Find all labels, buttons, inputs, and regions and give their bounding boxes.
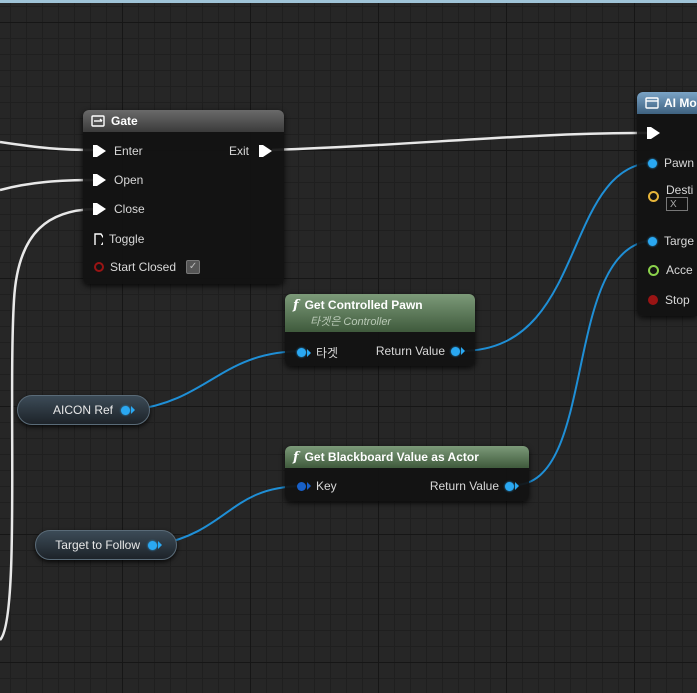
ai-move-stop-pin[interactable]: Stop [648,293,690,307]
exec-pin-icon[interactable] [647,127,660,139]
get-blackboard-value-node[interactable]: f Get Blackboard Value as Actor Key Retu… [285,446,529,501]
get-blackboard-return-pin[interactable]: Return Value [430,479,519,493]
get-controlled-pawn-subtitle: 타겟은 Controller [310,315,392,328]
pin-arrow-icon [461,347,465,355]
gate-pin-open[interactable]: Open [93,173,144,187]
bool-pin-icon[interactable] [648,295,658,305]
struct-pin-icon[interactable] [297,481,306,491]
vector-pin-icon[interactable] [648,191,659,202]
get-controlled-pawn-return-pin[interactable]: Return Value [376,344,465,358]
target-to-follow-label: Target to Follow [55,538,140,552]
gate-node-header[interactable]: Gate [83,110,284,132]
target-to-follow-variable-node[interactable]: Target to Follow [35,530,177,560]
start-closed-checkbox[interactable]: ✓ [186,260,201,274]
exec-pin-icon[interactable] [93,203,106,215]
function-icon: f [293,449,299,465]
ai-move-pawn-pin[interactable]: Pawn [648,156,694,170]
ai-move-destination-label: Desti [666,183,694,197]
object-pin-icon[interactable] [648,236,657,246]
get-controlled-pawn-node[interactable]: f Get Controlled Pawn 타겟은 Controller 타겟 … [285,294,475,366]
gate-pin-start-closed[interactable]: Start Closed ✓ [94,260,201,274]
gate-pin-start-closed-label: Start Closed [110,260,177,274]
gate-pin-exit[interactable]: Exit [229,144,272,158]
get-blackboard-key-pin[interactable]: Key [297,479,337,493]
ai-move-target-label: Targe [664,234,695,248]
aicon-ref-variable-node[interactable]: AICON Ref [17,395,150,425]
gate-pin-toggle-label: Toggle [109,232,145,246]
exec-pin-icon[interactable] [93,145,106,157]
exec-pin-icon[interactable] [259,145,272,157]
get-controlled-pawn-header[interactable]: f Get Controlled Pawn 타겟은 Controller [285,294,475,332]
get-controlled-pawn-return-label: Return Value [375,344,445,358]
ai-move-acceptance-label: Acce [666,263,693,277]
pin-arrow-icon [515,482,519,490]
get-blackboard-value-title: Get Blackboard Value as Actor [304,450,479,464]
object-pin-icon[interactable] [451,346,460,356]
float-pin-icon[interactable] [648,264,659,276]
bool-pin-icon[interactable] [94,262,104,272]
ai-move-to-title: AI Mo [664,96,697,110]
get-controlled-pawn-title: Get Controlled Pawn [304,298,423,312]
data-wire-target [157,485,303,546]
gate-pin-close-label: Close [114,202,145,216]
gate-pin-toggle[interactable]: Toggle [94,232,144,246]
object-pin-icon[interactable] [648,158,657,168]
ai-move-stop-label: Stop [665,293,690,307]
checkmark-icon: ✓ [188,261,198,272]
gate-pin-enter-label: Enter [114,144,143,158]
destination-x-field[interactable]: X [666,197,688,211]
exec-pin-icon[interactable] [93,174,106,186]
object-pin-icon[interactable] [297,348,306,357]
ai-move-acceptance-pin[interactable]: Acce [648,263,693,277]
pin-arrow-icon [158,541,162,549]
ai-move-exec-in-pin[interactable] [647,127,660,139]
gate-pin-close[interactable]: Close [93,202,145,216]
pin-arrow-icon [307,348,311,357]
gate-pin-exit-label: Exit [228,144,249,158]
pin-arrow-icon [131,406,135,414]
gate-title: Gate [111,114,138,128]
get-controlled-pawn-target-pin[interactable]: 타겟 [297,344,338,361]
data-wire-pawn [460,161,658,352]
gate-pin-enter[interactable]: Enter [93,144,143,158]
exec-wire-exit [271,131,651,152]
exec-wire-open [0,178,96,192]
object-pin-icon[interactable] [121,405,130,415]
data-wire-aicon [132,350,303,411]
ai-move-target-pin[interactable]: Targe [648,234,694,248]
object-pin-icon[interactable] [148,540,157,550]
ai-move-pawn-label: Pawn [664,156,695,170]
ai-move-icon [645,97,659,109]
get-controlled-pawn-target-label: 타겟 [316,346,339,360]
gate-icon [91,115,105,127]
ai-move-to-node[interactable]: AI Mo Pawn Desti X Targe Acce Stop [637,92,697,316]
exec-wire-enter [0,140,96,152]
gate-node[interactable]: Gate Enter Open Close Toggle Start Close… [83,110,284,284]
ai-move-destination-pin[interactable]: Desti X [648,183,693,211]
data-wire-bbactor [513,239,658,486]
exec-pin-outline-icon[interactable] [94,233,103,245]
get-blackboard-value-header[interactable]: f Get Blackboard Value as Actor [285,446,529,468]
get-blackboard-key-label: Key [316,479,337,493]
aicon-ref-label: AICON Ref [52,403,113,417]
pin-arrow-icon [307,482,311,490]
function-icon: f [293,297,299,313]
ai-move-to-header[interactable]: AI Mo [637,92,697,114]
object-pin-icon[interactable] [505,481,514,491]
get-blackboard-return-label: Return Value [429,479,499,493]
gate-pin-open-label: Open [114,173,144,187]
